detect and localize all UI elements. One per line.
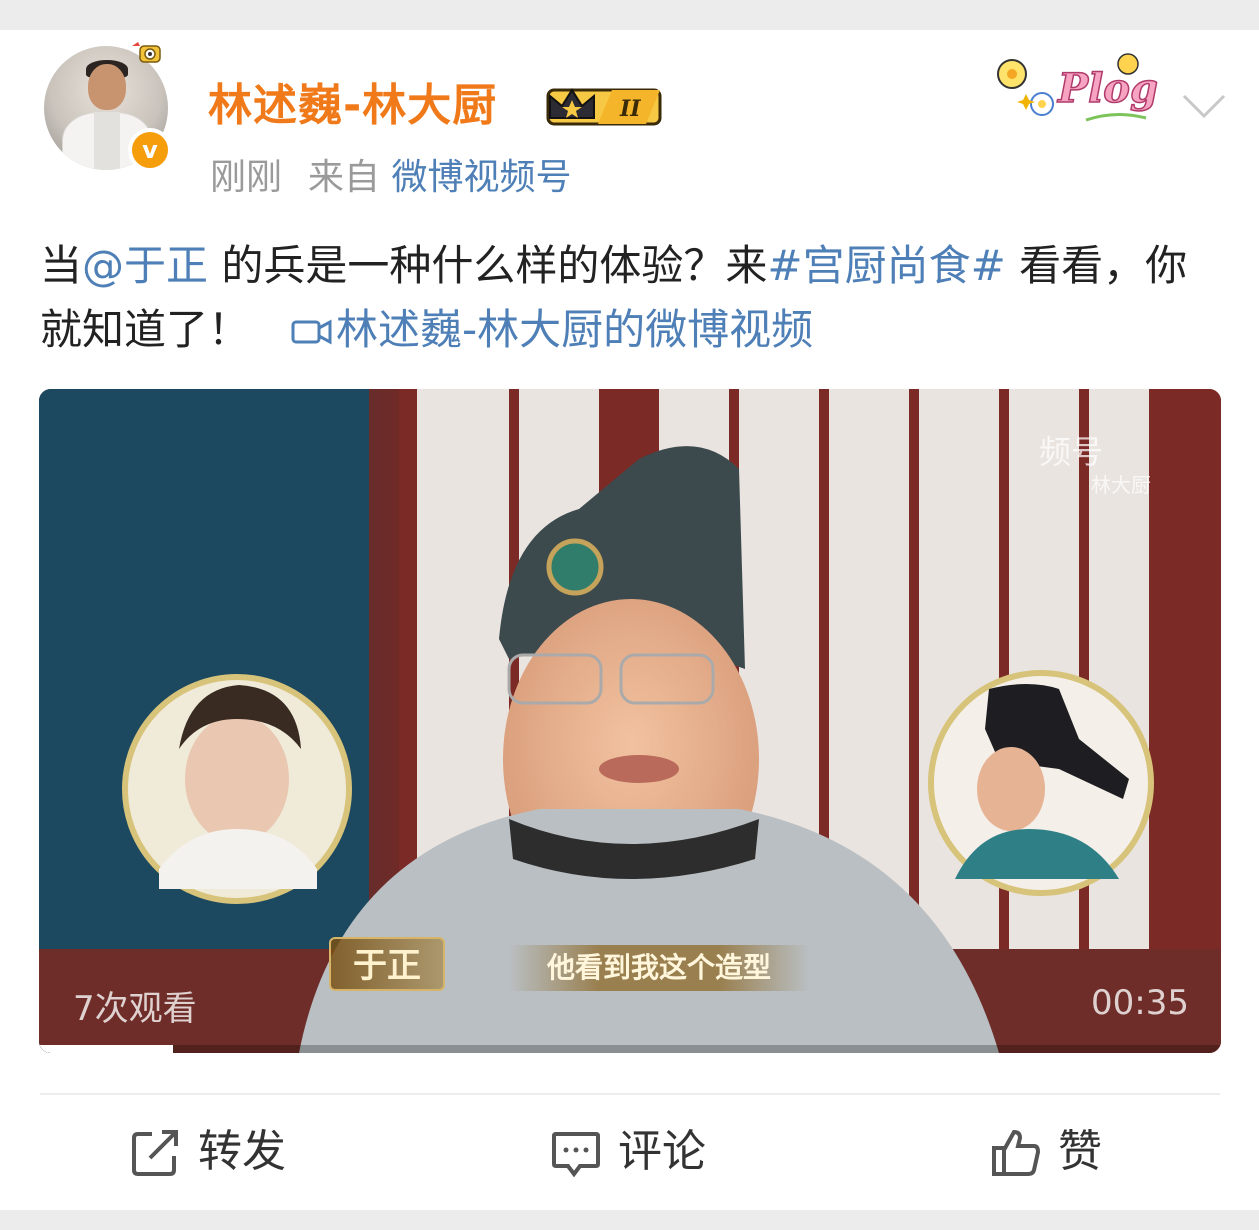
like-button[interactable]: 赞 bbox=[990, 1120, 1102, 1184]
plog-sticker-icon: Plog bbox=[997, 53, 1159, 122]
comment-button[interactable]: 评论 bbox=[550, 1120, 706, 1184]
repost-icon bbox=[132, 1130, 178, 1176]
video-link[interactable]: 林述巍-林大厨的微博视频 bbox=[336, 305, 813, 354]
source-link[interactable]: 微博视频号 bbox=[391, 157, 571, 198]
thumbs-up-icon bbox=[992, 1129, 1041, 1176]
comment-icon bbox=[552, 1132, 600, 1178]
like-label: 赞 bbox=[1058, 1126, 1102, 1177]
video-progress-fill bbox=[39, 1045, 173, 1053]
hashtag-link[interactable]: #宫厨尚食# bbox=[767, 241, 1005, 290]
repost-button[interactable]: 转发 bbox=[130, 1120, 286, 1184]
camera-sticker-icon bbox=[132, 42, 161, 63]
svg-text:Plog: Plog bbox=[1057, 65, 1158, 112]
post-text: 当@于正 的兵是一种什么样的体验？来#宫厨尚食# 看看，你就知道了！ 林述巍-林大… bbox=[40, 241, 1188, 354]
from-label: 来自 bbox=[308, 157, 381, 198]
bottom-gap bbox=[0, 1210, 1259, 1230]
video-player[interactable]: 频号 林大厨 于正 他看到我这个造型 7次观看 00:35 bbox=[39, 389, 1221, 1053]
video-camera-icon[interactable] bbox=[290, 314, 334, 348]
comment-label: 评论 bbox=[618, 1126, 706, 1177]
video-subtitle: 他看到我这个造型 bbox=[509, 945, 809, 991]
chevron-down-icon[interactable] bbox=[1180, 92, 1228, 120]
username[interactable]: 林述巍-林大厨 bbox=[208, 78, 497, 134]
watermark-author: 林大厨 bbox=[1091, 473, 1151, 497]
top-gap bbox=[0, 0, 1259, 30]
view-count: 7次观看 bbox=[73, 989, 197, 1029]
video-duration: 00:35 bbox=[1091, 983, 1189, 1023]
divider bbox=[40, 1093, 1220, 1095]
member-crown-icon[interactable]: II bbox=[542, 82, 666, 130]
name-caption: 于正 bbox=[329, 937, 445, 991]
verified-badge-icon: v bbox=[128, 128, 172, 172]
video-progress-bar[interactable] bbox=[39, 1045, 1221, 1053]
post-time: 刚刚 bbox=[210, 157, 283, 198]
svg-text:II: II bbox=[619, 96, 641, 122]
watermark-channel: 频号 bbox=[1039, 433, 1104, 471]
repost-label: 转发 bbox=[198, 1126, 286, 1177]
post-meta: 刚刚 来自 微博视频号 bbox=[210, 155, 572, 201]
mention-link[interactable]: @于正 bbox=[82, 241, 208, 290]
